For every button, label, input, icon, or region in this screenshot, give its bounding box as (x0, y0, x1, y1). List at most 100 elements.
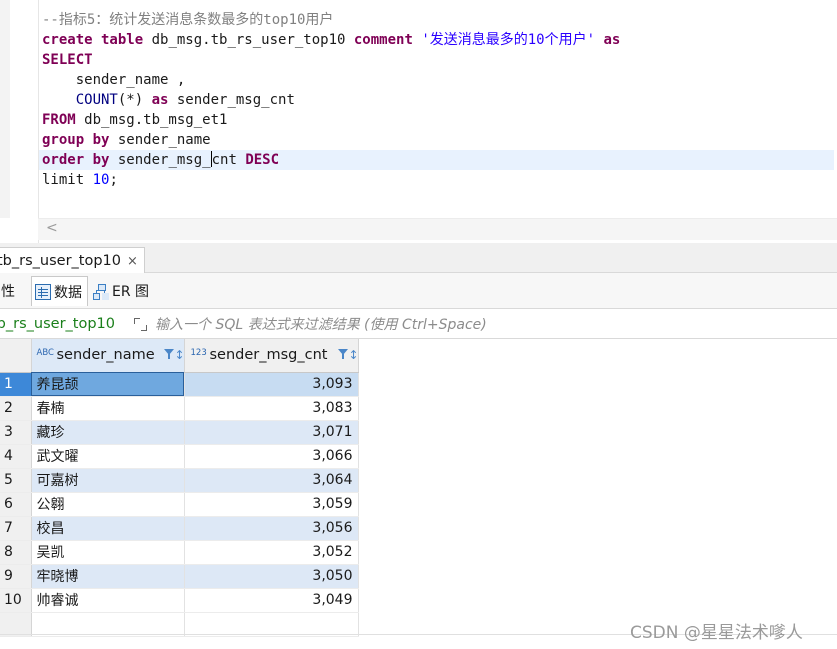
column-header-sender-msg-cnt[interactable]: 123 sender_msg_cnt ↕ (184, 339, 359, 373)
grid-header-row: ABC sender_name ↕ 123 sender_msg_cnt ↕ (0, 339, 359, 373)
sender-msg-cnt-cell[interactable]: 3,066 (184, 444, 359, 469)
code-token: limit (42, 172, 93, 188)
sender-name-cell[interactable]: 春楠 (31, 396, 185, 421)
sender-msg-cnt-cell[interactable]: 3,056 (184, 516, 359, 541)
tab-data[interactable]: 数据 (31, 276, 88, 306)
sender-msg-cnt-cell[interactable]: 3,064 (184, 468, 359, 493)
code-token: sender_name (109, 132, 211, 148)
code-token: '发送消息最多的10个用户' (412, 32, 604, 48)
table-row[interactable]: 7 校昌 3,056 (0, 516, 359, 541)
code-token: sender_name , (42, 72, 186, 88)
row-number-cell[interactable]: 6 (0, 492, 32, 517)
expand-icon[interactable] (133, 317, 148, 332)
scroll-left-icon[interactable]: < (46, 220, 58, 236)
code-token: 10 (92, 172, 110, 188)
table-row[interactable]: 6 公翱 3,059 (0, 492, 359, 517)
filter-bar: tb_rs_user_top10 (0, 311, 837, 339)
tab-er-diagram[interactable]: ER 图 (90, 276, 154, 306)
sender-name-cell[interactable]: 牢晓博 (31, 564, 185, 589)
result-grid[interactable]: ABC sender_name ↕ 123 sender_msg_cnt ↕ 1… (0, 339, 837, 649)
table-row[interactable]: 8 吴凯 3,052 (0, 540, 359, 565)
code-token: COUNT (75, 92, 118, 108)
table-row[interactable]: 9 牢晓博 3,050 (0, 564, 359, 589)
sender-msg-cnt-cell[interactable]: 3,083 (184, 396, 359, 421)
code-token: ; (109, 172, 118, 188)
table-row[interactable]: 4 武文曜 3,066 (0, 444, 359, 469)
editor-gutter (0, 0, 10, 218)
sender-name-cell[interactable]: 武文曜 (31, 444, 185, 469)
code-line[interactable]: limit 10; (42, 170, 832, 190)
code-token: db_msg.tb_rs_user_top10 (143, 32, 354, 48)
close-icon[interactable]: × (127, 254, 138, 269)
sender-name-cell[interactable]: 帅睿诚 (31, 588, 185, 613)
sender-msg-cnt-cell[interactable]: 3,093 (184, 372, 359, 397)
code-token: (*) (117, 92, 152, 108)
sender-name-cell[interactable]: 吴凯 (31, 540, 185, 565)
empty-cell (31, 612, 185, 637)
table-row[interactable]: 3 藏珍 3,071 (0, 420, 359, 445)
row-number-cell[interactable]: 3 (0, 420, 32, 445)
tab-properties[interactable]: 属性 (0, 276, 30, 306)
column-header-sender-name[interactable]: ABC sender_name ↕ (31, 339, 185, 373)
table-grid-icon (35, 283, 51, 300)
filter-expression-input[interactable] (155, 314, 835, 336)
sender-name-cell[interactable]: 可嘉树 (31, 468, 185, 493)
row-number-header (0, 339, 32, 373)
sender-msg-cnt-cell[interactable]: 3,059 (184, 492, 359, 517)
result-tab[interactable]: tb_rs_user_top10 × (0, 247, 145, 274)
row-number-cell[interactable]: 10 (0, 588, 32, 613)
filter-table-name: tb_rs_user_top10 (0, 316, 115, 332)
empty-row (0, 612, 359, 637)
code-token: sender_msg_ (109, 152, 211, 168)
tab-er-label: ER 图 (112, 284, 150, 300)
filter-sort-icon[interactable]: ↕ (337, 347, 359, 363)
code-line[interactable]: group by sender_name (42, 130, 832, 150)
empty-cell (0, 612, 32, 637)
sender-name-cell[interactable]: 藏珍 (31, 420, 185, 445)
code-token: create table (42, 32, 144, 48)
sender-msg-cnt-cell[interactable]: 3,052 (184, 540, 359, 565)
row-number-cell[interactable]: 5 (0, 468, 32, 493)
code-token: comment (353, 32, 413, 48)
code-line[interactable]: order by sender_msg_cnt DESC (39, 150, 834, 170)
row-number-cell[interactable]: 7 (0, 516, 32, 541)
row-number-cell[interactable]: 8 (0, 540, 32, 565)
sender-name-cell[interactable]: 校昌 (31, 516, 185, 541)
row-number-cell[interactable]: 1 (0, 372, 32, 397)
code-token: order by (42, 152, 110, 168)
editor-horizontal-scrollbar[interactable]: < (38, 218, 837, 240)
code-line[interactable]: create table db_msg.tb_rs_user_top10 com… (42, 30, 832, 50)
code-line[interactable]: FROM db_msg.tb_msg_et1 (42, 110, 832, 130)
row-number-cell[interactable]: 2 (0, 396, 32, 421)
sender-msg-cnt-cell[interactable]: 3,049 (184, 588, 359, 613)
text-type-icon: ABC (36, 348, 54, 358)
code-token: sender_msg_cnt (168, 92, 295, 108)
number-type-icon: 123 (190, 348, 207, 358)
sender-name-cell[interactable]: 养昆颉 (31, 372, 185, 397)
sql-code[interactable]: --指标5：统计发送消息条数最多的top10用户 create table db_… (39, 10, 834, 190)
code-token: SELECT (42, 52, 93, 68)
watermark: CSDN @星星法术嗲人 (630, 623, 803, 643)
sender-msg-cnt-cell[interactable]: 3,050 (184, 564, 359, 589)
code-line[interactable]: SELECT (42, 50, 832, 70)
sender-msg-cnt-cell[interactable]: 3,071 (184, 420, 359, 445)
code-line[interactable]: COUNT(*) as sender_msg_cnt (42, 90, 832, 110)
row-number-cell[interactable]: 9 (0, 564, 32, 589)
result-tab-label: tb_rs_user_top10 (0, 253, 121, 269)
code-token: group by (42, 132, 110, 148)
filter-sort-icon[interactable]: ↕ (163, 347, 185, 363)
code-token: DESC (245, 152, 280, 168)
er-diagram-icon (93, 283, 109, 300)
code-line[interactable]: --指标5：统计发送消息条数最多的top10用户 (42, 10, 832, 30)
table-row[interactable]: 1 养昆颉 3,093 (0, 372, 359, 397)
table-row[interactable]: 2 春楠 3,083 (0, 396, 359, 421)
table-row[interactable]: 5 可嘉树 3,064 (0, 468, 359, 493)
sql-editor[interactable]: --指标5：统计发送消息条数最多的top10用户 create table db_… (0, 0, 837, 243)
table-row[interactable]: 10 帅睿诚 3,049 (0, 588, 359, 613)
code-token: db_msg.tb_msg_et1 (75, 112, 228, 128)
row-number-cell[interactable]: 4 (0, 444, 32, 469)
sender-name-cell[interactable]: 公翱 (31, 492, 185, 517)
code-token: as (151, 92, 169, 108)
code-token: as (603, 32, 621, 48)
code-line[interactable]: sender_name , (42, 70, 832, 90)
